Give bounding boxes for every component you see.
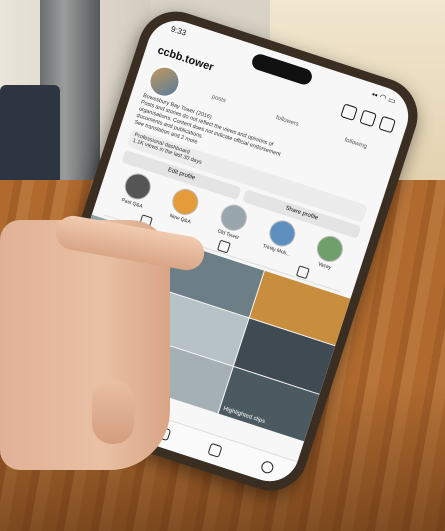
status-indicators: ▪▪ ◠ ▭ [370,89,398,106]
threads-icon[interactable] [340,103,358,121]
add-post-icon[interactable] [359,109,377,128]
highlight-label: Vacay [317,261,332,272]
menu-icon[interactable] [378,115,396,134]
stat-followers[interactable]: followers [257,109,318,134]
stat-following[interactable]: following [325,131,386,156]
tagged-tab-icon[interactable] [296,265,310,280]
background-chair [0,85,60,195]
stat-posts[interactable]: posts [188,87,249,112]
reels-tab-icon[interactable] [217,239,232,254]
clip-label: Highlighted clips [222,405,266,426]
status-time: 9:33 [169,24,188,38]
reels-icon[interactable] [207,442,223,458]
profile-icon[interactable] [259,459,275,475]
thumb [92,380,134,444]
